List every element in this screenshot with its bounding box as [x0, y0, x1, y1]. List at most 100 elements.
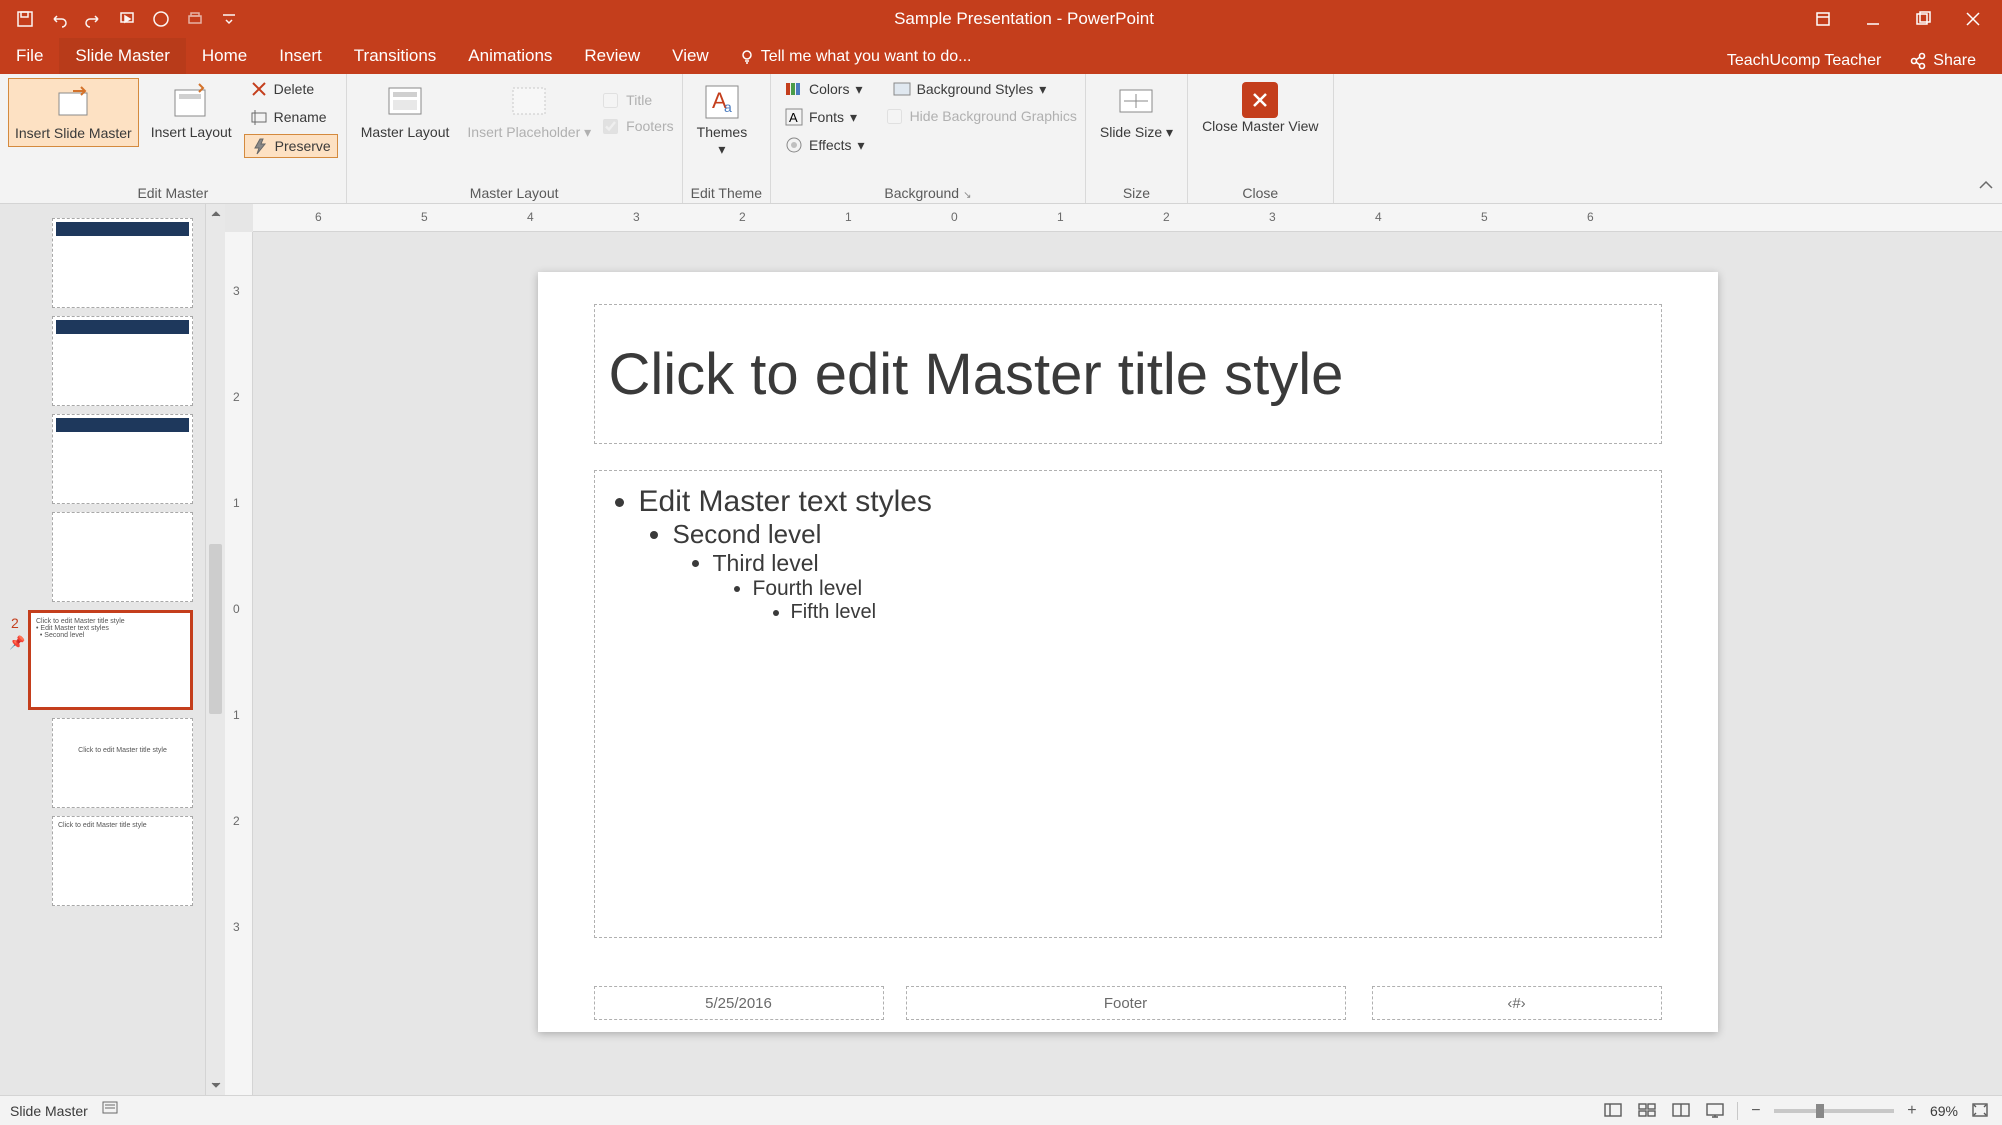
insert-slide-master-button[interactable]: Insert Slide Master	[8, 78, 139, 147]
group-label-master-layout: Master Layout	[355, 181, 674, 203]
ribbon-tab-strip: File Slide Master Home Insert Transition…	[0, 37, 2002, 74]
insert-layout-button[interactable]: Insert Layout	[145, 78, 238, 145]
normal-view-icon[interactable]	[1601, 1101, 1625, 1121]
slide-size-icon	[1116, 82, 1156, 122]
slide-sorter-view-icon[interactable]	[1635, 1101, 1659, 1121]
group-size: Slide Size ▾ Size	[1086, 74, 1188, 203]
fonts-button[interactable]: A Fonts ▾	[779, 106, 871, 128]
svg-text:a: a	[724, 99, 732, 115]
reading-view-icon[interactable]	[1669, 1101, 1693, 1121]
layout-thumbnail[interactable]	[52, 218, 193, 308]
fit-to-window-icon[interactable]	[1968, 1101, 1992, 1121]
zoom-handle[interactable]	[1816, 1104, 1824, 1118]
group-master-layout: Master Layout Insert Placeholder ▾ Title…	[347, 74, 683, 203]
start-from-beginning-icon[interactable]	[116, 8, 138, 30]
background-styles-button[interactable]: Background Styles ▾	[887, 78, 1077, 100]
group-edit-theme: Aa Themes▾ Edit Theme	[683, 74, 771, 203]
layout-thumbnail[interactable]: Click to edit Master title style	[52, 816, 193, 906]
preserve-pin-icon: 📌	[9, 635, 25, 651]
tab-home[interactable]: Home	[186, 38, 263, 74]
tab-review[interactable]: Review	[568, 38, 656, 74]
ribbon: Insert Slide Master Insert Layout Delete…	[0, 74, 2002, 204]
user-label[interactable]: TeachUcomp Teacher	[1727, 52, 1881, 70]
rename-icon	[250, 108, 268, 126]
close-master-view-button[interactable]: Close Master View	[1196, 78, 1324, 139]
footers-checkbox[interactable]: Footers	[603, 116, 673, 136]
redo-icon[interactable]	[82, 8, 104, 30]
slide-master-thumbnail[interactable]: 2 📌 Click to edit Master title style• Ed…	[28, 610, 193, 710]
view-mode-label: Slide Master	[10, 1103, 88, 1119]
tab-slide-master[interactable]: Slide Master	[59, 38, 185, 74]
zoom-out-button[interactable]: −	[1748, 1103, 1764, 1119]
group-label-background: Background↘	[779, 181, 1077, 203]
zoom-in-button[interactable]: +	[1904, 1103, 1920, 1119]
save-icon[interactable]	[14, 8, 36, 30]
background-dialog-launcher[interactable]: ↘	[959, 190, 971, 201]
colors-icon	[785, 80, 803, 98]
date-placeholder[interactable]: 5/25/2016	[594, 986, 884, 1020]
close-icon[interactable]	[1960, 6, 1986, 32]
tab-transitions[interactable]: Transitions	[338, 38, 453, 74]
tab-insert[interactable]: Insert	[263, 38, 338, 74]
title-checkbox[interactable]: Title	[603, 90, 673, 110]
tab-animations[interactable]: Animations	[452, 38, 568, 74]
collapse-ribbon-icon[interactable]	[1978, 178, 1994, 197]
share-icon	[1909, 52, 1927, 70]
effects-icon	[785, 136, 803, 154]
scroll-thumb[interactable]	[209, 544, 222, 714]
notes-icon[interactable]	[102, 1101, 120, 1120]
customize-qat-icon[interactable]	[218, 8, 240, 30]
slide-master-canvas[interactable]: Click to edit Master title style Edit Ma…	[538, 272, 1718, 1032]
horizontal-ruler: 6 5 4 3 2 1 0 1 2 3 4 5 6	[253, 204, 2002, 232]
rename-button[interactable]: Rename	[244, 106, 338, 128]
slide-show-icon[interactable]	[1703, 1101, 1727, 1121]
hide-background-checkbox[interactable]: Hide Background Graphics	[887, 106, 1077, 126]
zoom-level[interactable]: 69%	[1930, 1103, 1958, 1119]
print-icon[interactable]	[184, 8, 206, 30]
slide-size-button[interactable]: Slide Size ▾	[1094, 78, 1179, 145]
tab-view[interactable]: View	[656, 38, 725, 74]
footer-placeholder[interactable]: Footer	[906, 986, 1346, 1020]
share-button[interactable]: Share	[1899, 48, 1986, 74]
window-controls	[1794, 6, 2002, 32]
zoom-slider[interactable]	[1774, 1109, 1894, 1113]
group-label-edit-master: Edit Master	[8, 181, 338, 203]
title-placeholder[interactable]: Click to edit Master title style	[594, 304, 1662, 444]
svg-text:A: A	[789, 110, 798, 125]
fonts-icon: A	[785, 108, 803, 126]
maximize-icon[interactable]	[1910, 6, 1936, 32]
colors-button[interactable]: Colors ▾	[779, 78, 871, 100]
delete-button[interactable]: Delete	[244, 78, 338, 100]
effects-button[interactable]: Effects ▾	[779, 134, 871, 156]
scroll-down-icon[interactable]	[206, 1075, 225, 1095]
layout-thumbnail[interactable]	[52, 512, 193, 602]
layout-thumbnail[interactable]	[52, 414, 193, 504]
preserve-button[interactable]: Preserve	[244, 134, 338, 158]
scroll-track[interactable]	[206, 224, 225, 1075]
circle-icon[interactable]	[150, 8, 172, 30]
group-label-edit-theme: Edit Theme	[691, 181, 762, 203]
delete-icon	[250, 80, 268, 98]
layout-thumbnail[interactable]	[52, 316, 193, 406]
scroll-up-icon[interactable]	[206, 204, 225, 224]
tab-file[interactable]: File	[6, 38, 59, 74]
thumbnail-scrollbar[interactable]	[205, 204, 225, 1095]
vertical-ruler: 3 2 1 0 1 2 3	[225, 232, 253, 1095]
undo-icon[interactable]	[48, 8, 70, 30]
group-edit-master: Insert Slide Master Insert Layout Delete…	[0, 74, 347, 203]
tell-me-placeholder: Tell me what you want to do...	[761, 48, 972, 66]
background-styles-icon	[893, 80, 911, 98]
minimize-icon[interactable]	[1860, 6, 1886, 32]
themes-button[interactable]: Aa Themes▾	[691, 78, 754, 162]
insert-placeholder-button[interactable]: Insert Placeholder ▾	[461, 78, 597, 145]
thumbnail-number: 2	[11, 615, 19, 631]
window-title: Sample Presentation - PowerPoint	[254, 9, 1794, 29]
ribbon-display-options-icon[interactable]	[1810, 6, 1836, 32]
quick-access-toolbar	[0, 8, 254, 30]
slide-number-placeholder[interactable]: ‹#›	[1372, 986, 1662, 1020]
group-label-size: Size	[1094, 181, 1179, 203]
master-layout-button[interactable]: Master Layout	[355, 78, 456, 145]
layout-thumbnail[interactable]: Click to edit Master title style	[52, 718, 193, 808]
tell-me-search[interactable]: Tell me what you want to do...	[725, 40, 1727, 74]
body-placeholder[interactable]: Edit Master text styles Second level Thi…	[594, 470, 1662, 938]
